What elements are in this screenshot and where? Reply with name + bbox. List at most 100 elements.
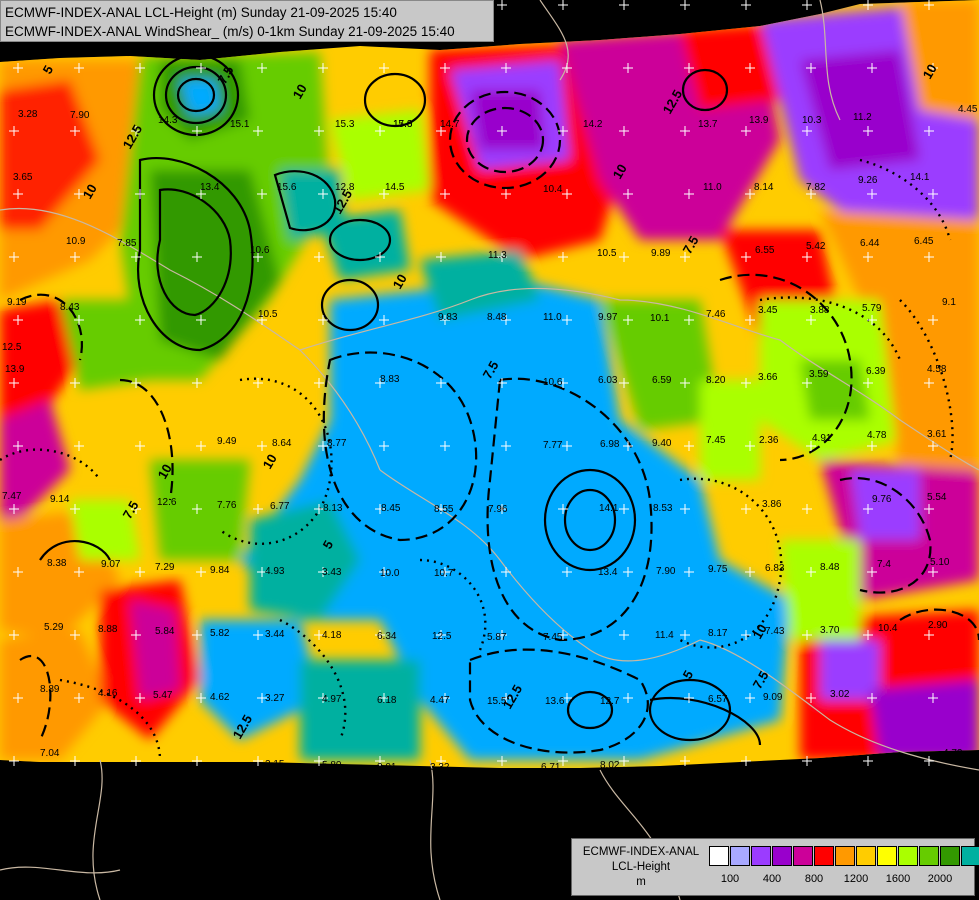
- legend-swatch: [709, 846, 729, 866]
- value-label: 3.88: [810, 305, 830, 316]
- legend-tick-label: 1200: [843, 873, 869, 885]
- map-title-box: ECMWF-INDEX-ANAL LCL-Height (m) Sunday 2…: [0, 0, 494, 42]
- value-label: 9.49: [217, 436, 237, 447]
- value-label: 7.45: [543, 632, 563, 643]
- value-label: 8.17: [708, 628, 728, 639]
- value-label: 6.45: [914, 236, 934, 247]
- value-label: 9.76: [872, 494, 892, 505]
- value-label: 8.64: [272, 438, 292, 449]
- value-label: 7.76: [217, 500, 237, 511]
- value-label: 7.82: [806, 182, 826, 193]
- legend-swatch: [772, 846, 792, 866]
- value-label: 5.10: [930, 557, 950, 568]
- value-label: 14.5: [385, 182, 405, 193]
- value-label: 4.72: [943, 748, 963, 759]
- value-label: 14.7: [440, 119, 460, 130]
- value-label: 14.1: [910, 172, 930, 183]
- value-label: 14.2: [583, 119, 603, 130]
- value-label: 10.6: [543, 377, 563, 388]
- value-label: 6.03: [598, 375, 618, 386]
- value-label: 3.01: [377, 762, 397, 773]
- value-label: 4.91: [812, 433, 832, 444]
- value-label: 7.77: [543, 440, 563, 451]
- value-label: 8.14: [754, 182, 774, 193]
- value-label: 10.5: [597, 248, 617, 259]
- legend-swatch: [898, 846, 918, 866]
- value-label: 4.47: [430, 695, 450, 706]
- value-label: 8.20: [706, 375, 726, 386]
- value-label: 5.54: [927, 492, 947, 503]
- value-label: 5.80: [322, 760, 342, 771]
- value-label: 10.0: [380, 568, 400, 579]
- value-label: 8.83: [380, 374, 400, 385]
- legend-swatch: [961, 846, 979, 866]
- value-label: 8.88: [98, 624, 118, 635]
- value-label: 9.97: [598, 312, 618, 323]
- value-label: 10.1: [650, 313, 670, 324]
- value-label: 9.07: [101, 559, 121, 570]
- value-label: 5.87: [487, 632, 507, 643]
- value-label: 3.66: [758, 372, 778, 383]
- value-label: 6.57: [708, 694, 728, 705]
- value-label: 3.61: [927, 429, 947, 440]
- value-label: 8.48: [487, 312, 507, 323]
- value-label: 6.71: [541, 762, 561, 773]
- value-label: 7.47: [2, 491, 22, 502]
- value-label: 11.0: [543, 312, 562, 323]
- value-label: 4.16: [98, 688, 118, 699]
- value-label: 9.89: [651, 248, 671, 259]
- legend-tick-label: 100: [720, 873, 740, 885]
- legend-ticks: 100 400 800 1200 1600 2000: [709, 873, 973, 889]
- value-label: 4.62: [210, 692, 230, 703]
- value-label: 9.14: [50, 494, 70, 505]
- value-label: 12.5: [2, 342, 22, 353]
- value-label: 3.59: [809, 369, 829, 380]
- value-label: 3.28: [18, 109, 38, 120]
- value-label: 10.5: [258, 309, 278, 320]
- value-label: 8.45: [381, 503, 401, 514]
- value-label: 8.89: [40, 684, 60, 695]
- legend-title-unit: m: [636, 876, 646, 888]
- value-label: 6.98: [600, 439, 620, 450]
- value-label: 7.4: [877, 559, 891, 570]
- value-label: 13.6: [545, 696, 565, 707]
- value-label: 8.77: [327, 438, 347, 449]
- value-label: 9.1: [942, 297, 956, 308]
- value-label: 3.45: [758, 305, 778, 316]
- value-label: 11.3: [488, 250, 507, 261]
- value-label: 8.02: [600, 760, 620, 771]
- value-label: 13.4: [200, 182, 220, 193]
- legend-swatch: [940, 846, 960, 866]
- value-label: 3.32: [430, 762, 450, 773]
- value-label: 3.27: [265, 693, 285, 704]
- value-label: 9.75: [708, 564, 728, 575]
- value-label: 4.78: [867, 430, 887, 441]
- value-label: 12.6: [157, 497, 177, 508]
- value-label: 6.55: [755, 245, 775, 256]
- value-label: 10.7: [434, 568, 454, 579]
- value-label: 2.15: [265, 759, 285, 770]
- value-label: 9.40: [652, 438, 672, 449]
- value-label: 6.83: [765, 563, 785, 574]
- value-label: 6.34: [377, 631, 397, 642]
- value-label: 13.4: [598, 567, 618, 578]
- value-label: 8.38: [47, 558, 67, 569]
- value-label: 11.4: [655, 630, 674, 641]
- value-label: 7.90: [70, 110, 90, 121]
- legend-swatch: [730, 846, 750, 866]
- value-label: 8.43: [60, 302, 80, 313]
- value-label: 15.3: [335, 119, 355, 130]
- value-label: 6.59: [652, 375, 672, 386]
- value-label: 3.86: [762, 499, 782, 510]
- value-label: 13.7: [698, 119, 718, 130]
- value-label: 7.46: [706, 309, 726, 320]
- value-label: 9.09: [763, 692, 783, 703]
- color-legend: ECMWF-INDEX-ANAL LCL-Height m 100 400 800 1…: [571, 838, 979, 896]
- value-label: 10.6: [250, 245, 270, 256]
- value-label: 9.19: [7, 297, 27, 308]
- legend-title-line-2: LCL-Height: [611, 861, 671, 873]
- value-label: 9.26: [858, 175, 878, 186]
- value-label: 7.04: [40, 748, 60, 759]
- value-label: 9.83: [438, 312, 458, 323]
- legend-swatch: [814, 846, 834, 866]
